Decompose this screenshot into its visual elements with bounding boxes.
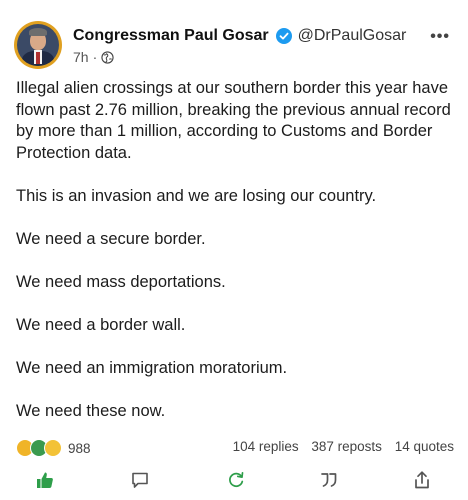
verified-badge-icon: [275, 28, 292, 44]
share-icon: [415, 471, 429, 489]
replies-count[interactable]: 104 replies: [233, 439, 299, 454]
repost-icon: [229, 471, 244, 488]
quote-icon: [321, 473, 337, 487]
reactions-summary[interactable]: 988: [16, 439, 91, 457]
like-icon: [37, 472, 53, 488]
post-meta: 7h ·: [73, 49, 114, 65]
post-card: Congressman Paul Gosar @DrPaulGosar ••• …: [0, 0, 468, 500]
author-row: Congressman Paul Gosar @DrPaulGosar: [73, 27, 406, 45]
post-paragraph: We need mass deportations.: [16, 272, 226, 291]
post-paragraph: We need a secure border.: [16, 229, 206, 248]
more-options-button[interactable]: •••: [430, 28, 450, 46]
globe-icon: [101, 50, 114, 64]
post-counts: 104 replies 387 reposts 14 quotes: [233, 439, 454, 454]
post-paragraph: This is an invasion and we are losing ou…: [16, 186, 377, 205]
quote-button[interactable]: [317, 468, 341, 492]
avatar[interactable]: [14, 21, 62, 69]
repost-button[interactable]: [224, 468, 248, 492]
avatar-photo: [17, 24, 59, 66]
post-paragraph: Illegal alien crossings at our southern …: [16, 79, 451, 162]
like-button[interactable]: [33, 468, 57, 492]
author-handle[interactable]: @DrPaulGosar: [298, 27, 407, 45]
reaction-count: 988: [68, 440, 91, 456]
post-body: Illegal alien crossings at our southern …: [16, 78, 456, 422]
quotes-count[interactable]: 14 quotes: [395, 439, 454, 454]
post-paragraph: We need a border wall.: [16, 315, 186, 334]
laughing-face-icon: [44, 439, 62, 457]
post-paragraph: We need an immigration moratorium.: [16, 358, 288, 377]
post-timestamp[interactable]: 7h: [73, 49, 89, 65]
share-button[interactable]: [410, 468, 434, 492]
comment-button[interactable]: [128, 468, 152, 492]
engagement-stats: 988 104 replies 387 reposts 14 quotes: [16, 439, 454, 457]
post-paragraph: We need these now.: [16, 401, 166, 420]
author-display-name[interactable]: Congressman Paul Gosar: [73, 27, 269, 45]
meta-separator: ·: [92, 49, 98, 65]
reposts-count[interactable]: 387 reposts: [311, 439, 382, 454]
comment-icon: [132, 472, 148, 488]
action-bar: [0, 466, 468, 494]
